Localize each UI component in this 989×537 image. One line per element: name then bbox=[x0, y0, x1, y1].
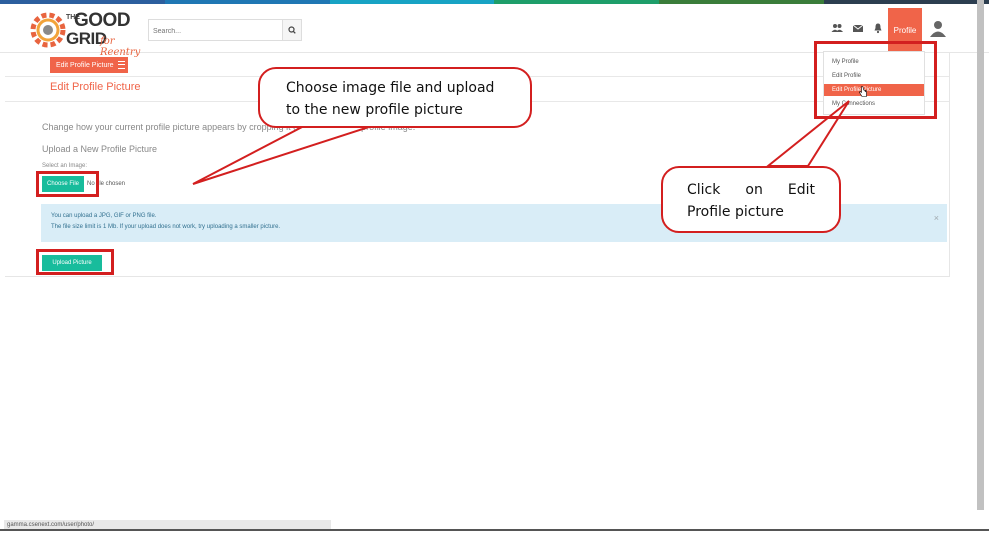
highlight-choose-file bbox=[36, 171, 99, 197]
annotation-callout-upload: Choose image file and upload to the new … bbox=[258, 67, 532, 128]
annotation-callout-edit-picture: Click on Edit Profile picture bbox=[661, 166, 841, 233]
callout-edit-line-1: Click on Edit bbox=[687, 179, 815, 201]
scrollbar[interactable] bbox=[977, 0, 984, 510]
callout-edit-line-2: Profile picture bbox=[687, 204, 784, 220]
bottom-border bbox=[0, 529, 989, 531]
highlight-dropdown bbox=[814, 41, 937, 119]
callout-word: Click bbox=[687, 182, 721, 198]
callout-upload-text: Choose image file and upload to the new … bbox=[286, 80, 495, 118]
highlight-upload-picture bbox=[36, 249, 114, 275]
callout-word: Edit bbox=[787, 182, 815, 198]
callout-word: on bbox=[745, 182, 763, 198]
